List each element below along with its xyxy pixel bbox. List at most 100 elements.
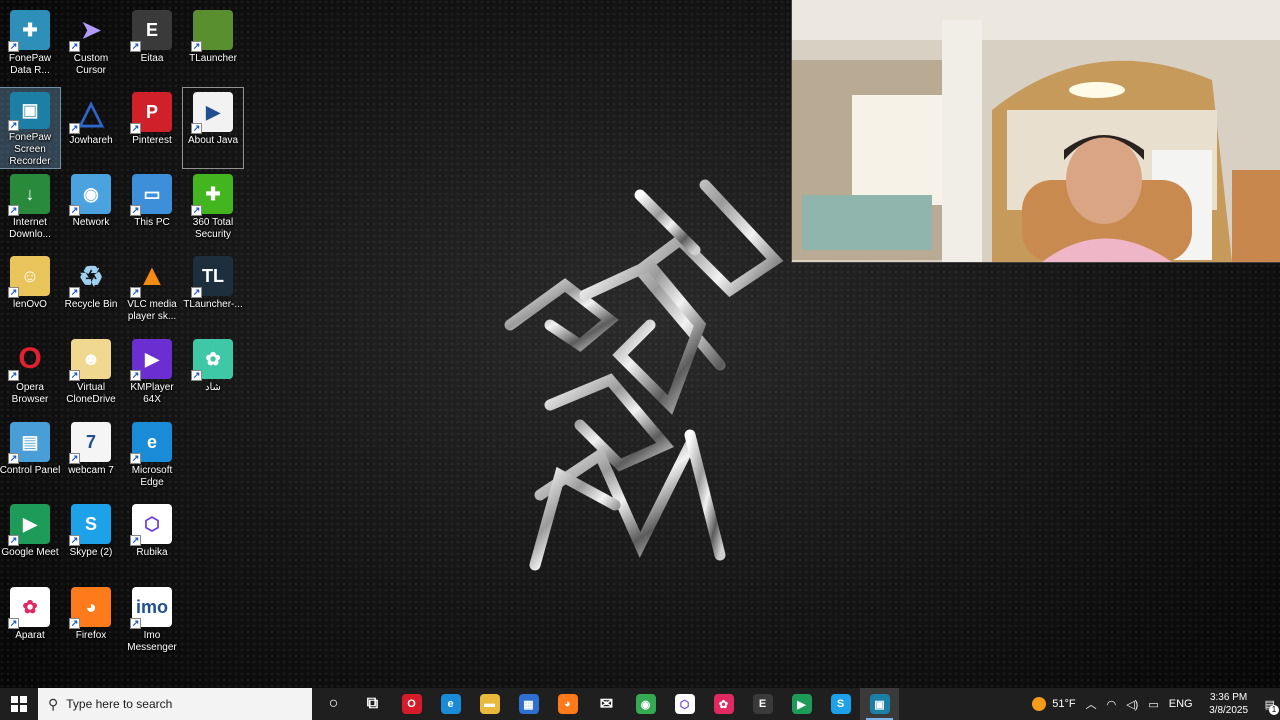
desktop-icon-label: FonePaw Data R... (8, 53, 52, 76)
taskbar-app-google-meet[interactable]: ▶ (782, 688, 821, 720)
shortcut-arrow-icon: ↗ (191, 370, 202, 381)
taskbar-app-chrome[interactable]: ◉ (626, 688, 665, 720)
show-hidden-icons-chevron-icon[interactable]: ︿ (1086, 696, 1097, 712)
volume-icon[interactable]: ◁) (1126, 698, 1138, 711)
taskbar-pinned-apps: ○ ⧉ Oe ▬ ▦ ◕ ✉ ◉ ⬡ ✿ E ▶ S ▣ (314, 688, 899, 720)
desktop-icon-edge[interactable]: e ↗ Microsoft Edge (122, 418, 182, 498)
desktop-icon-computer[interactable]: ▭ ↗ This PC (122, 170, 182, 250)
desktop-icon-kmplayer[interactable]: ▶ ↗ KMPlayer 64X (122, 335, 182, 415)
aparat-icon: ✿ (713, 694, 734, 714)
desktop-icon-tlauncher-grass[interactable]: ↗ TLauncher (183, 6, 243, 86)
taskbar-app-task-view[interactable]: ⧉ (353, 688, 392, 720)
desktop-icon-firefox[interactable]: ◕ ↗ Firefox (61, 583, 121, 663)
start-button[interactable] (0, 688, 38, 720)
rubika-icon: ⬡ (674, 694, 695, 714)
desktop-icon-google-meet[interactable]: ▶ ↗ Google Meet (0, 500, 60, 580)
desktop-icon-label: Opera Browser (11, 382, 49, 405)
clonedrive-sheep-icon: ☻ ↗ (69, 339, 111, 381)
taskbar-app-rubika[interactable]: ⬡ (665, 688, 704, 720)
taskbar-app-mail[interactable]: ✉ (587, 688, 626, 720)
taskbar-app-file-explorer[interactable]: ▬ (470, 688, 509, 720)
desktop-icon-idm[interactable]: ↓ ↗ Internet Downlo... (0, 170, 60, 250)
weather-widget[interactable]: 51°F (1032, 697, 1076, 711)
taskbar-app-microsoft-store[interactable]: ▦ (509, 688, 548, 720)
eitaa-icon: E (752, 694, 773, 714)
shortcut-arrow-icon: ↗ (130, 453, 141, 464)
sun-icon (1032, 697, 1047, 711)
taskbar-app-skype[interactable]: S (821, 688, 860, 720)
desktop-icon-opera[interactable]: O ↗ Opera Browser (0, 335, 60, 415)
chrome-icon: ◉ (635, 694, 656, 714)
cortana-icon: ○ (328, 695, 339, 712)
firefox-icon: ◕ (557, 694, 578, 714)
shortcut-arrow-icon: ↗ (191, 205, 202, 216)
shortcut-arrow-icon: ↗ (69, 618, 80, 629)
control-panel-icon: ▤ ↗ (8, 422, 50, 464)
idm-icon: ↓ ↗ (8, 174, 50, 216)
desktop-icon-clonedrive-sheep[interactable]: ☻ ↗ Virtual CloneDrive (61, 335, 121, 415)
desktop-icon-eitaa[interactable]: E ↗ Eitaa (122, 6, 182, 86)
kmplayer-icon: ▶ ↗ (130, 339, 172, 381)
weather-temperature: 51°F (1052, 698, 1076, 710)
vlc-icon: ▲ ↗ (130, 259, 167, 298)
desktop-icon-vlc[interactable]: ▲ ↗ VLC media player sk... (122, 252, 182, 332)
microsoft-store-icon: ▦ (518, 694, 539, 714)
desktop-icon-cursor[interactable]: ➤ ↗ Custom Cursor (61, 6, 121, 86)
desktop-icon-skype[interactable]: S ↗ Skype (2) (61, 500, 121, 580)
desktop-icon-label: VLC media player sk... (127, 299, 177, 322)
desktop-icon-webcam[interactable]: 7 ↗ webcam 7 (61, 418, 121, 498)
jowhareh-icon: △ ↗ (69, 94, 104, 134)
network-icon: ◉ ↗ (69, 174, 111, 216)
taskbar-app-aparat[interactable]: ✿ (704, 688, 743, 720)
desktop-icon-java[interactable]: ▶ ↗ About Java (182, 87, 244, 169)
taskbar-app-firefox[interactable]: ◕ (548, 688, 587, 720)
system-tray: 51°F ︿ ◠ ◁) ▭ ENG 3:36 PM 3/8/2025 ▤ 1 (1027, 688, 1280, 720)
clock[interactable]: 3:36 PM 3/8/2025 (1203, 691, 1255, 717)
desktop-icon-label: Skype (2) (69, 547, 113, 558)
desktop-icon-control-panel[interactable]: ▤ ↗ Control Panel (0, 418, 60, 498)
desktop-icon-imo[interactable]: imo ↗ Imo Messenger (122, 583, 182, 663)
language-indicator[interactable]: ENG (1169, 698, 1193, 710)
desktop-icon-label: Eitaa (140, 53, 164, 64)
desktop-icon-label: Internet Downlo... (9, 217, 51, 240)
battery-icon[interactable]: ▭ (1148, 698, 1158, 711)
desktop-icon-label: This PC (134, 217, 170, 228)
desktop-icon-aparat[interactable]: ✿ ↗ Aparat (0, 583, 60, 663)
shortcut-arrow-icon: ↗ (191, 123, 202, 134)
desktop-icon-label: Microsoft Edge (131, 465, 173, 488)
desktop-icon-tlauncher[interactable]: TL ↗ TLauncher-... (183, 252, 243, 332)
shortcut-arrow-icon: ↗ (130, 205, 141, 216)
taskbar-app-opera[interactable]: O (392, 688, 431, 720)
shortcut-arrow-icon: ↗ (69, 287, 80, 298)
taskbar-search-box[interactable]: ⚲ Type here to search (38, 688, 312, 720)
taskbar-app-edge[interactable]: e (431, 688, 470, 720)
desktop-icon-label: 360 Total Security (192, 217, 234, 240)
shortcut-arrow-icon: ↗ (69, 41, 80, 52)
desktop-icon-security-360[interactable]: ✚ ↗ 360 Total Security (183, 170, 243, 250)
taskbar-app-eitaa[interactable]: E (743, 688, 782, 720)
desktop-icon-rubika[interactable]: ⬡ ↗ Rubika (122, 500, 182, 580)
notification-count-badge: 1 (1269, 704, 1279, 715)
desktop-icon-label: Recycle Bin (64, 299, 118, 310)
desktop-icon-shad[interactable]: ✿ ↗ شاد (183, 335, 243, 415)
wifi-icon[interactable]: ◠ (1107, 698, 1117, 711)
search-placeholder: Type here to search (66, 697, 173, 711)
taskbar-app-fonepaw-recorder[interactable]: ▣ (860, 688, 899, 720)
security-360-icon: ✚ ↗ (191, 174, 233, 216)
desktop-icon-jowhareh[interactable]: △ ↗ Jowhareh (61, 88, 121, 168)
desktop-icon-fonepaw-data[interactable]: ✚ ↗ FonePaw Data R... (0, 6, 60, 86)
desktop-icon-fonepaw-recorder[interactable]: ▣ ↗ FonePaw Screen Recorder (0, 87, 61, 169)
notification-center-button[interactable]: ▤ 1 (1265, 698, 1279, 715)
desktop-icon-recycle-bin[interactable]: ♻ ↗ Recycle Bin (61, 252, 121, 332)
shortcut-arrow-icon: ↗ (130, 618, 141, 629)
tlauncher-icon: TL ↗ (191, 256, 233, 298)
shortcut-arrow-icon: ↗ (8, 41, 19, 52)
tlauncher-grass-icon: ↗ (191, 10, 233, 52)
desktop-icon-label: Virtual CloneDrive (66, 382, 116, 405)
desktop-icon-network[interactable]: ◉ ↗ Network (61, 170, 121, 250)
clock-date: 3/8/2025 (1209, 705, 1249, 716)
desktop-icon-pinterest[interactable]: P ↗ Pinterest (122, 88, 182, 168)
taskbar-app-cortana[interactable]: ○ (314, 688, 353, 720)
desktop-icon-user-folder[interactable]: ☺ ↗ lenOvO (0, 252, 60, 332)
shortcut-arrow-icon: ↗ (69, 453, 80, 464)
